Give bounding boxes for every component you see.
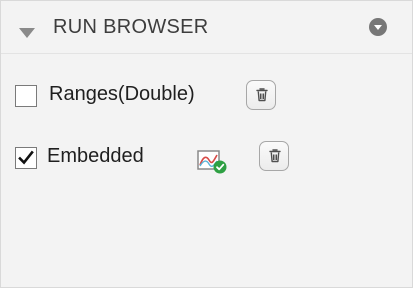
delete-run-button[interactable] <box>259 141 289 171</box>
run-label: Ranges(Double) <box>49 83 195 105</box>
collapse-triangle-icon[interactable] <box>19 28 35 38</box>
run-browser-panel: RUN BROWSER Ranges(Double) Embedded <box>0 0 413 288</box>
delete-run-button[interactable] <box>246 80 276 110</box>
run-browser-header: RUN BROWSER <box>1 1 412 54</box>
run-checkbox[interactable] <box>15 85 37 107</box>
run-row: Ranges(Double) <box>1 75 412 119</box>
trash-icon <box>256 88 268 102</box>
plot-check-icon[interactable] <box>196 146 228 176</box>
run-label: Embedded <box>47 145 144 167</box>
run-row: Embedded <box>1 137 412 181</box>
run-checkbox[interactable] <box>15 147 37 169</box>
trash-icon <box>269 149 281 163</box>
checkmark-icon <box>18 150 34 165</box>
menu-circle-icon[interactable] <box>369 18 387 36</box>
panel-title: RUN BROWSER <box>53 16 209 38</box>
